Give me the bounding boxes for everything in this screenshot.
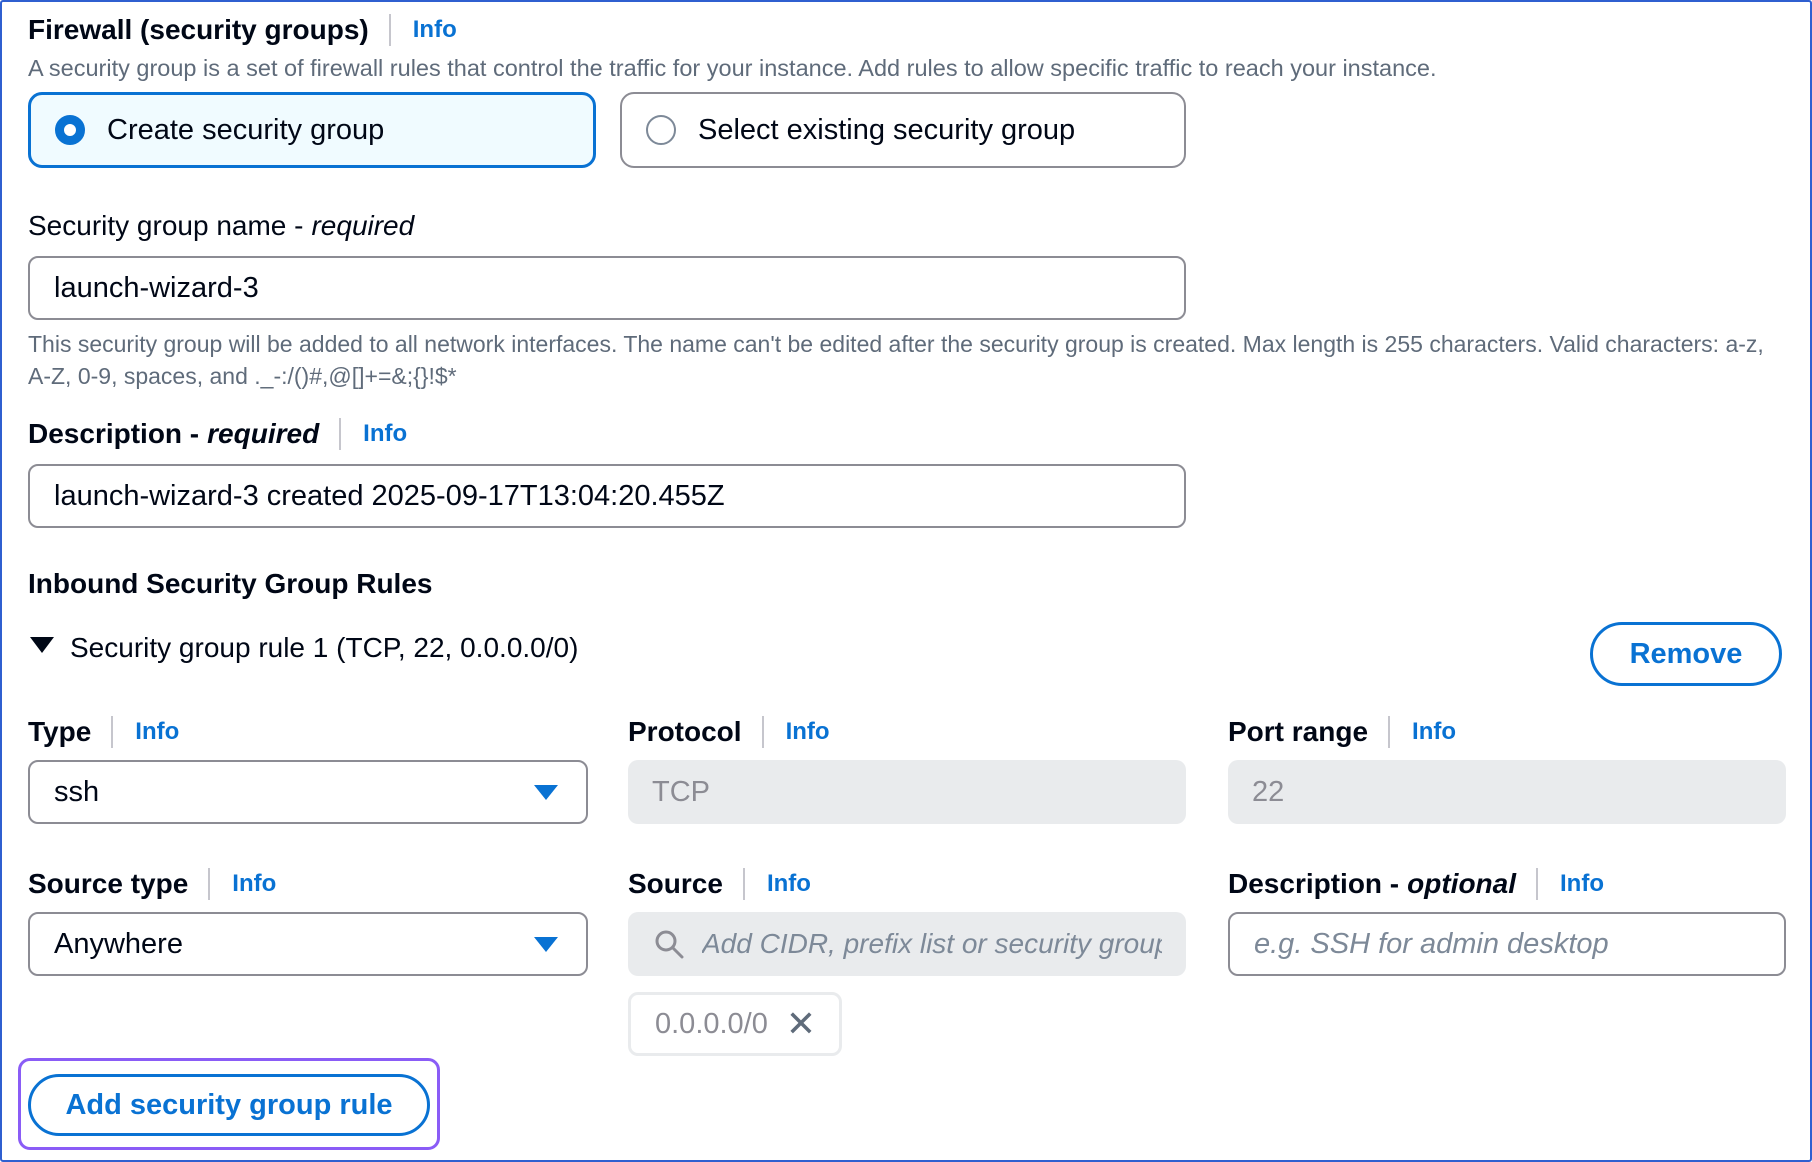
source-type-info-link[interactable]: Info: [232, 870, 276, 898]
source-search-placeholder: Add CIDR, prefix list or security group: [702, 928, 1162, 959]
select-existing-security-group-label: Select existing security group: [698, 113, 1076, 146]
sg-description-label: Description - required Info: [28, 418, 407, 450]
firewall-title: Firewall (security groups): [28, 14, 369, 45]
rule-description-info-link[interactable]: Info: [1560, 870, 1604, 898]
heading-divider: [111, 716, 114, 748]
protocol-info-link[interactable]: Info: [786, 718, 830, 746]
caret-down-icon: [30, 637, 54, 653]
create-security-group-option[interactable]: Create security group: [28, 92, 596, 168]
dropdown-arrow-icon: [534, 937, 558, 952]
source-label-text: Source: [628, 868, 723, 899]
radio-selected-icon[interactable]: [55, 115, 85, 145]
source-type-select-value: Anywhere: [54, 927, 183, 960]
search-icon: [655, 930, 684, 959]
rule-description-label: Description - optional Info: [1228, 868, 1604, 900]
source-label: Source Info: [628, 868, 811, 900]
radio-unselected-icon[interactable]: [646, 115, 676, 145]
heading-divider: [1536, 868, 1539, 900]
firewall-description: A security group is a set of firewall ru…: [28, 55, 1437, 81]
rule-description-optional: optional: [1407, 868, 1517, 899]
select-existing-security-group-option[interactable]: Select existing security group: [620, 92, 1186, 168]
inbound-rules-title: Inbound Security Group Rules: [28, 568, 433, 599]
add-security-group-rule-button[interactable]: Add security group rule: [28, 1074, 430, 1136]
sg-name-label: Security group name - required: [28, 210, 414, 242]
type-label-text: Type: [28, 716, 92, 747]
port-range-label: Port range Info: [1228, 716, 1456, 748]
protocol-label: Protocol Info: [628, 716, 830, 748]
sg-name-help: This security group will be added to all…: [28, 331, 1764, 389]
type-select-value: ssh: [54, 775, 100, 808]
dropdown-arrow-icon: [534, 785, 558, 800]
type-label: Type Info: [28, 716, 179, 748]
heading-divider: [1388, 716, 1391, 748]
firewall-heading: Firewall (security groups) Info: [28, 14, 457, 46]
rule-description-label-text: Description -: [1228, 868, 1400, 899]
heading-divider: [742, 868, 745, 900]
close-icon[interactable]: ✕: [786, 1006, 816, 1042]
source-token: 0.0.0.0/0 ✕: [628, 992, 842, 1056]
source-token-value: 0.0.0.0/0: [655, 1007, 768, 1040]
heading-divider: [761, 716, 764, 748]
port-range-field: 22: [1228, 760, 1786, 824]
protocol-label-text: Protocol: [628, 716, 742, 747]
sg-description-info-link[interactable]: Info: [363, 420, 407, 448]
source-type-label-text: Source type: [28, 868, 189, 899]
sg-name-label-text: Security group name -: [28, 210, 304, 241]
source-search-input[interactable]: Add CIDR, prefix list or security group: [628, 912, 1186, 976]
type-info-link[interactable]: Info: [135, 718, 179, 746]
source-type-label: Source type Info: [28, 868, 276, 900]
sg-description-input[interactable]: launch-wizard-3 created 2025-09-17T13:04…: [28, 464, 1186, 528]
sg-description-label-text: Description -: [28, 418, 200, 449]
rule-description-input[interactable]: e.g. SSH for admin desktop: [1228, 912, 1786, 976]
heading-divider: [388, 14, 391, 46]
port-range-label-text: Port range: [1228, 716, 1369, 747]
remove-rule-button[interactable]: Remove: [1590, 622, 1782, 686]
protocol-field: TCP: [628, 760, 1186, 824]
sg-name-required: required: [311, 210, 415, 241]
heading-divider: [339, 418, 342, 450]
port-range-info-link[interactable]: Info: [1412, 718, 1456, 746]
sg-name-input[interactable]: launch-wizard-3: [28, 256, 1186, 320]
rule-1-expander[interactable]: Security group rule 1 (TCP, 22, 0.0.0.0/…: [30, 632, 578, 664]
type-select[interactable]: ssh: [28, 760, 588, 824]
heading-divider: [208, 868, 211, 900]
source-type-select[interactable]: Anywhere: [28, 912, 588, 976]
create-security-group-label: Create security group: [107, 113, 385, 146]
firewall-info-link[interactable]: Info: [413, 16, 457, 44]
rule-1-header: Security group rule 1 (TCP, 22, 0.0.0.0/…: [70, 632, 579, 663]
source-info-link[interactable]: Info: [767, 870, 811, 898]
sg-description-required: required: [207, 418, 320, 449]
